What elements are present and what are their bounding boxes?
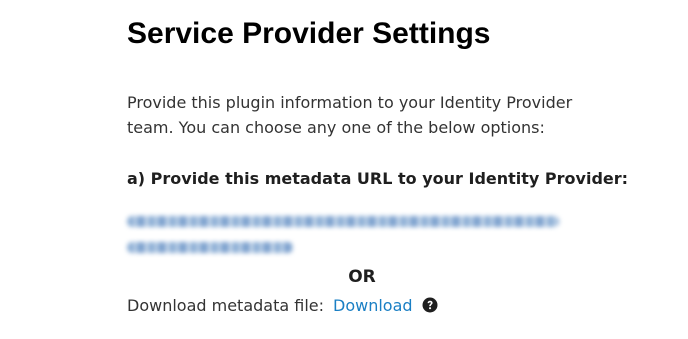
redacted-url-line-2 xyxy=(127,242,293,253)
download-metadata-row: Download metadata file: Download xyxy=(127,293,438,317)
metadata-url-heading: a) Provide this metadata URL to your Ide… xyxy=(127,169,629,188)
or-separator: OR xyxy=(348,267,376,287)
download-metadata-label: Download metadata file: xyxy=(127,295,325,315)
metadata-url-link-redacted[interactable] xyxy=(127,213,563,259)
page-title: Service Provider Settings xyxy=(127,17,491,50)
redacted-url-line-1 xyxy=(127,216,559,227)
intro-text: Provide this plugin information to your … xyxy=(127,93,573,137)
download-link[interactable]: Download xyxy=(333,296,413,315)
question-circle-icon[interactable] xyxy=(422,297,438,313)
